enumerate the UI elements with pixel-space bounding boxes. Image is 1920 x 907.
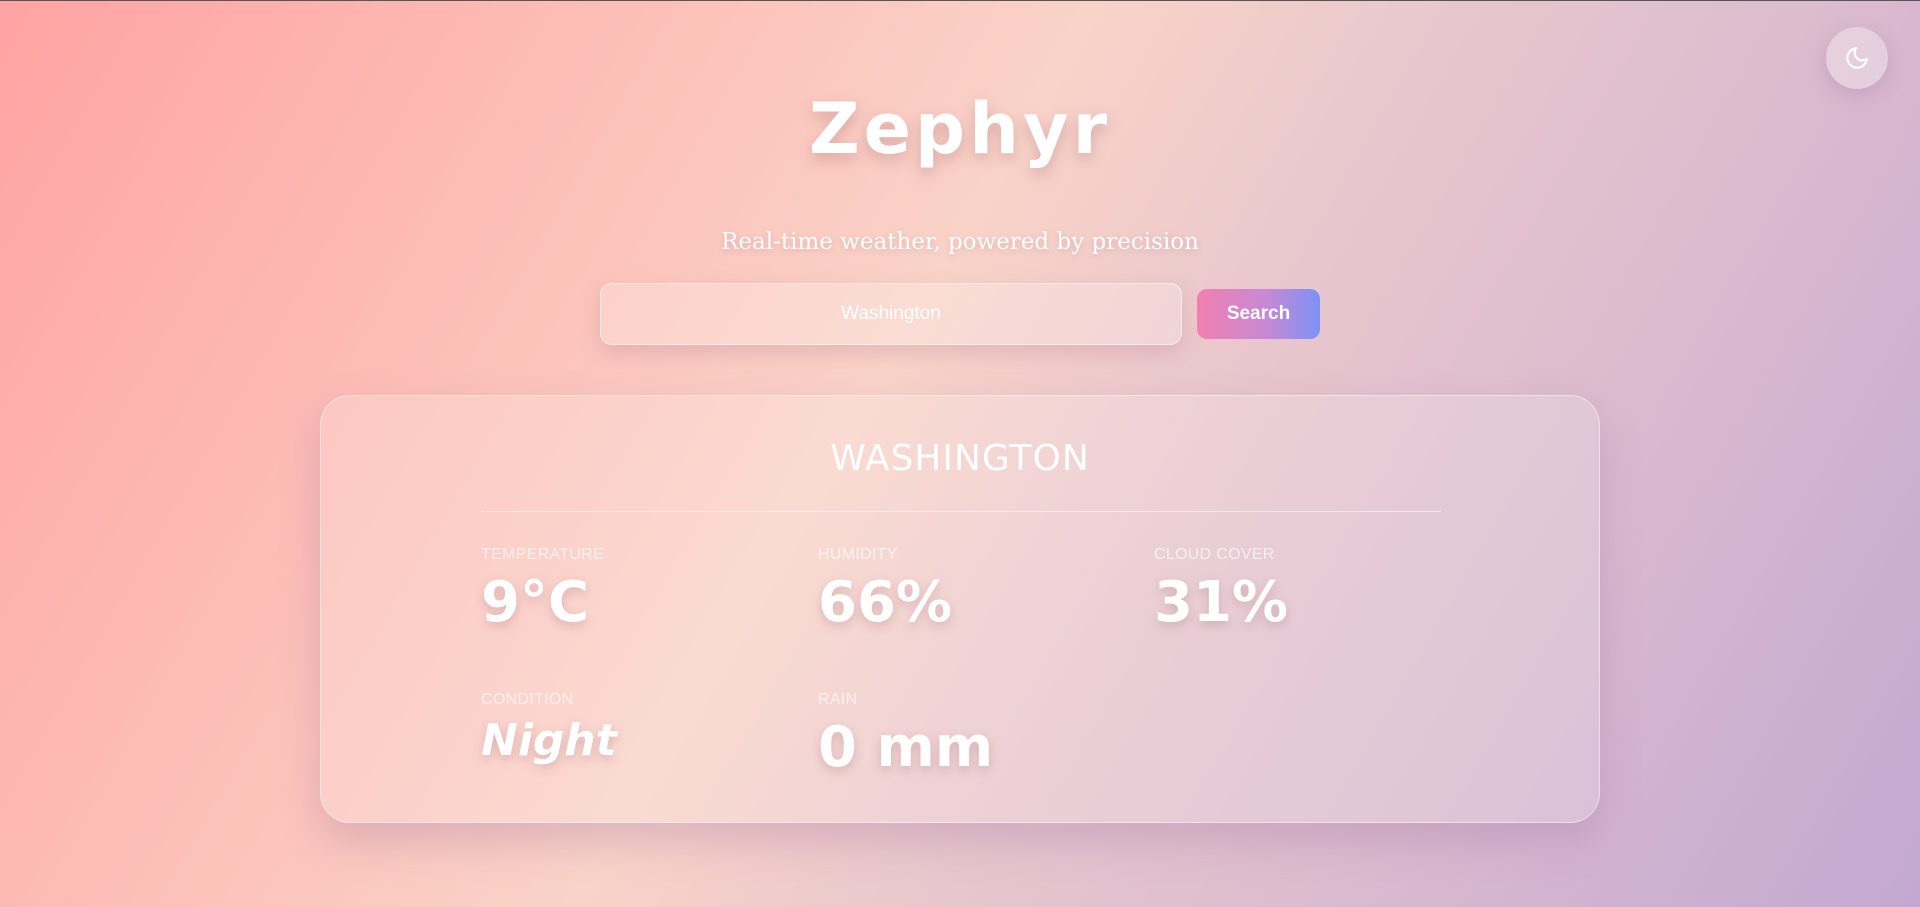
metric-label: Cloud Cover (1154, 546, 1275, 563)
metric-label: Humidity (818, 546, 898, 563)
search-input[interactable] (600, 283, 1182, 345)
metric-condition: Condition Night (481, 691, 781, 765)
metric-label: Temperature (481, 546, 605, 563)
metric-value: 66% (818, 570, 953, 635)
moon-icon (1846, 47, 1868, 69)
card-divider (481, 511, 1441, 512)
metric-humidity: Humidity 66% (818, 546, 1118, 634)
metric-rain: Rain 0 mm (818, 691, 1118, 779)
city-name: WASHINGTON (830, 438, 1090, 479)
metric-value: 0 mm (818, 715, 994, 780)
weather-card: WASHINGTON Temperature 9°C Humidity 66% … (320, 395, 1600, 823)
theme-toggle-button[interactable] (1826, 27, 1888, 89)
metric-value: 31% (1154, 570, 1289, 635)
metric-temperature: Temperature 9°C (481, 546, 781, 634)
metric-value: 9°C (481, 570, 590, 635)
tagline: Real-time weather, powered by precision (721, 229, 1199, 255)
app-title: Zephyr (808, 88, 1112, 170)
search-button[interactable]: Search (1197, 289, 1320, 339)
metric-cloud-cover: Cloud Cover 31% (1154, 546, 1454, 634)
metric-label: Rain (818, 691, 858, 708)
metric-value: Night (481, 715, 617, 766)
metric-label: Condition (481, 691, 574, 708)
